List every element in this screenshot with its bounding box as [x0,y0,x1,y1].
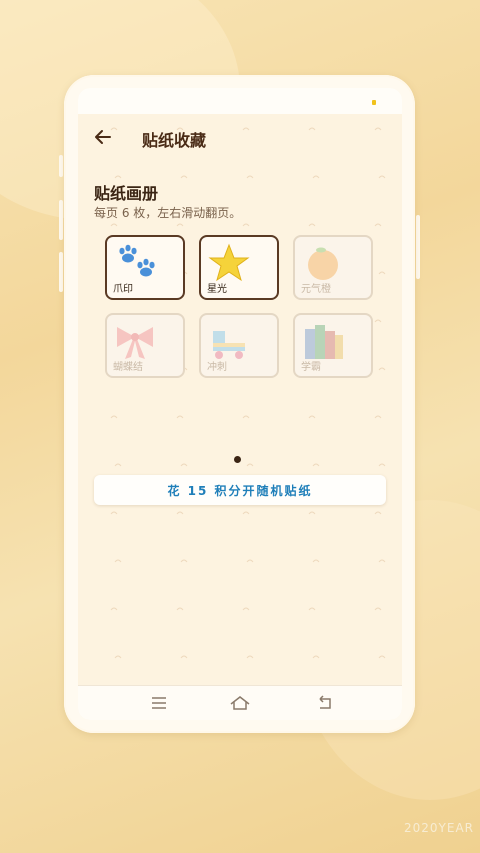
app-screen: 贴纸收藏 贴纸画册 每页 6 枚，左右滑动翻页。 爪印 星光 元气橙 蝴蝶结 冲… [78,88,402,720]
sticker-card-paw[interactable]: 爪印 [105,235,185,300]
pattern-mark [114,655,122,659]
sticker-card-star[interactable]: 星光 [199,235,279,300]
paw-icon [119,244,155,277]
sticker-label: 元气橙 [301,284,331,295]
pattern-mark [378,463,386,467]
pattern-mark [180,559,188,563]
side-button [416,215,420,279]
pattern-mark [242,127,250,131]
side-button [59,252,63,292]
sticker-label: 星光 [207,284,227,295]
pattern-mark [176,127,184,131]
pattern-mark [110,223,118,227]
album-description: 每页 6 枚，左右滑动翻页。 [94,206,242,220]
watermark: 2020YEAR [404,821,474,835]
pattern-mark [180,463,188,467]
pattern-mark [180,655,188,659]
status-bar [78,88,402,114]
pattern-mark [246,175,254,179]
sticker-label: 冲刺 [207,362,227,373]
pattern-mark [242,415,250,419]
pattern-mark [246,463,254,467]
pattern-mark [242,223,250,227]
sticker-card-bow[interactable]: 蝴蝶结 [105,313,185,378]
album-title: 贴纸画册 [94,184,159,203]
pattern-mark [246,655,254,659]
pattern-mark [110,607,118,611]
pattern-mark [308,607,316,611]
pattern-mark [308,127,316,131]
pattern-mark [378,559,386,563]
pattern-mark [176,511,184,515]
pattern-mark [114,463,122,467]
books-icon [305,325,343,359]
pattern-mark [180,175,188,179]
pattern-mark [176,223,184,227]
pattern-mark [312,655,320,659]
pattern-mark [312,559,320,563]
pattern-mark [242,511,250,515]
sticker-label: 蝴蝶结 [113,362,143,373]
pattern-mark [378,655,386,659]
pattern-mark [110,127,118,131]
sticker-card-roller-skate[interactable]: 冲刺 [199,313,279,378]
pattern-mark [308,223,316,227]
pattern-mark [312,175,320,179]
sticker-card-orange[interactable]: 元气橙 [293,235,373,300]
pattern-mark [378,175,386,179]
star-icon [208,243,250,282]
pattern-mark [308,415,316,419]
sticker-card-books[interactable]: 学霸 [293,313,373,378]
app-bar: 贴纸收藏 [78,114,402,160]
pattern-mark [110,415,118,419]
pattern-mark [378,271,386,275]
page-indicator-dot [234,456,241,463]
battery-indicator [372,100,376,105]
pattern-mark [312,463,320,467]
page-title: 贴纸收藏 [142,131,207,150]
pattern-mark [374,415,382,419]
pattern-mark [374,319,382,323]
orange-icon [308,247,338,280]
pattern-mark [378,367,386,371]
pattern-mark [374,511,382,515]
home-icon[interactable] [229,693,251,713]
back-return-icon[interactable] [314,693,336,713]
sticker-label: 爪印 [113,284,133,295]
pattern-mark [242,607,250,611]
roller-skate-icon [213,331,245,359]
bow-icon [117,327,153,359]
pattern-mark [246,559,254,563]
pattern-mark [114,559,122,563]
draw-random-sticker-button[interactable]: 花 15 积分开随机贴纸 [94,475,386,505]
side-button [59,155,63,177]
pattern-mark [176,607,184,611]
pattern-mark [308,511,316,515]
pattern-mark [374,607,382,611]
pattern-mark [374,127,382,131]
pattern-mark [374,223,382,227]
side-button [59,200,63,240]
menu-icon[interactable] [148,693,170,713]
system-nav-bar [78,685,402,720]
pattern-mark [110,511,118,515]
sticker-label: 学霸 [301,362,321,373]
pattern-mark [176,415,184,419]
